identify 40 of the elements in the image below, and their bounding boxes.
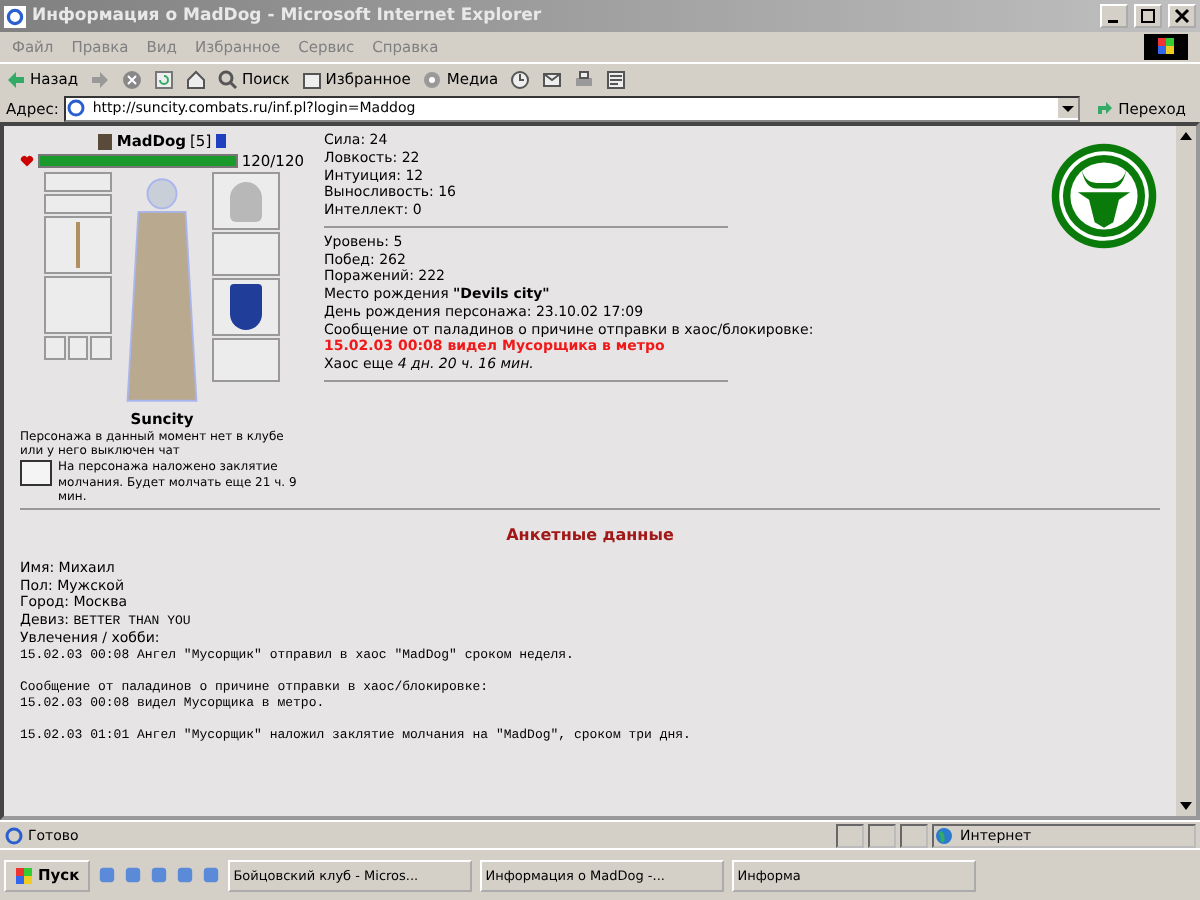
print-icon[interactable] (574, 69, 595, 89)
status-pane (900, 823, 928, 847)
mail-icon[interactable] (542, 69, 563, 89)
window-title: Информация о MadDog - Microsoft Internet Explorer (32, 6, 544, 26)
stop-icon[interactable] (122, 69, 143, 89)
search-icon (218, 69, 239, 89)
edit-icon[interactable] (606, 69, 627, 89)
minimize-button[interactable] (1100, 4, 1128, 28)
maximize-button[interactable] (1134, 4, 1162, 28)
heart-icon (20, 154, 34, 168)
helmet-slot[interactable] (212, 172, 280, 230)
section-heading: Анкетные данные (504, 525, 676, 544)
refresh-icon[interactable] (154, 69, 175, 89)
scroll-up-icon[interactable] (1176, 126, 1196, 146)
disc-icon (422, 69, 443, 89)
sword-slot[interactable] (44, 216, 112, 274)
maximize-icon (1140, 8, 1156, 24)
history-icon[interactable] (510, 69, 531, 89)
back-arrow-icon (6, 69, 26, 89)
dropdown-icon[interactable] (1058, 98, 1079, 118)
windows-logo-icon (14, 865, 34, 885)
status-pane (868, 823, 896, 847)
ring-slot[interactable] (90, 336, 113, 360)
forward-icon[interactable] (90, 69, 111, 89)
scrollbar[interactable] (1176, 126, 1196, 816)
ring-slot[interactable] (44, 336, 66, 360)
ring-slot[interactable] (67, 336, 89, 360)
home-icon[interactable] (186, 69, 207, 89)
close-button[interactable] (1168, 4, 1196, 28)
close-icon (1174, 8, 1190, 24)
windows-logo-icon (1144, 34, 1188, 60)
page-icon (4, 825, 24, 845)
page-icon (66, 98, 87, 118)
status-pane (836, 823, 864, 847)
globe-icon (934, 825, 954, 845)
scroll-down-icon[interactable] (1176, 796, 1196, 816)
shield-slot[interactable] (212, 278, 280, 336)
go-arrow-icon (1094, 98, 1115, 118)
browser-icon (4, 5, 26, 27)
bull-emblem-icon (1048, 140, 1160, 252)
